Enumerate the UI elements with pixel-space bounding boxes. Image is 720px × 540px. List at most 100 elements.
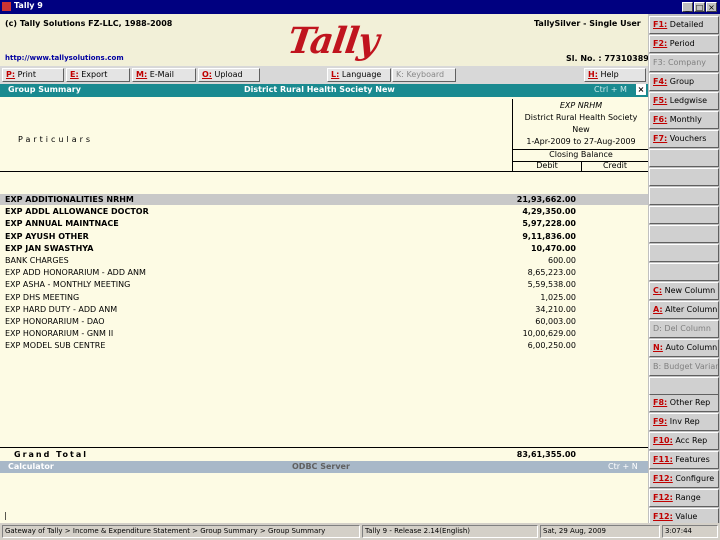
current-date: Sat, 29 Aug, 2009: [540, 525, 660, 538]
side-button-monthly[interactable]: F6: Monthly: [649, 111, 719, 129]
ledger-name: BANK CHARGES: [5, 256, 69, 265]
side-button-ledgwise[interactable]: F5: Ledgwise: [649, 92, 719, 110]
tally-logo: Tally: [285, 20, 381, 62]
side-button-empty: [649, 225, 719, 243]
table-row[interactable]: EXP HARD DUTY - ADD ANM 34,210.00: [0, 304, 648, 315]
close-report-icon[interactable]: ×: [636, 84, 646, 95]
keyboard-button[interactable]: K: Keyboard: [392, 68, 456, 82]
debit-amount: 21,93,662.00: [516, 195, 576, 204]
table-row[interactable]: EXP HONORARIUM - GNM II 10,00,629.00: [0, 328, 648, 339]
col-period: 1-Apr-2009 to 27-Aug-2009: [526, 137, 636, 146]
language-button[interactable]: L: Language: [327, 68, 391, 82]
email-button[interactable]: M: E-Mail: [132, 68, 196, 82]
debit-amount: 8,65,223.00: [527, 268, 576, 278]
particulars-label: Particulars: [18, 135, 94, 144]
debit-amount: 10,470.00: [530, 243, 576, 253]
calculator-label: Calculator: [8, 462, 54, 471]
help-button[interactable]: H: Help: [584, 68, 646, 82]
side-button-alter-column[interactable]: A: Alter Column: [649, 301, 719, 319]
status-bar: Gateway of Tally > Income & Expenditure …: [0, 523, 720, 540]
side-button-empty: [649, 244, 719, 262]
button-bar: F1: Detailed F2: Period F3: Company F4: Gro…: [648, 14, 720, 526]
top-menu-bar: P: Print E: Export M: E-Mail O: Upload L…: [0, 66, 648, 84]
app-icon: [2, 2, 11, 11]
debit-amount: 600.00: [548, 256, 576, 265]
table-row[interactable]: EXP ASHA - MONTHLY MEETING 5,59,538.00: [0, 279, 648, 290]
ledger-name: EXP ADD HONORARIUM - ADD ANM: [5, 268, 146, 278]
debit-amount: 6,00,250.00: [527, 341, 576, 351]
side-button-vouchers[interactable]: F7: Vouchers: [649, 130, 719, 148]
column-header: EXP NRHM District Rural Health Society N…: [512, 99, 649, 171]
side-button-del-column[interactable]: D: Del Column: [649, 320, 719, 338]
debit-amount: 4,29,350.00: [522, 207, 576, 217]
window-title: Tally 9: [14, 1, 43, 10]
ledger-name: EXP ANNUAL MAINTNACE: [5, 219, 119, 229]
side-button-features[interactable]: F11: Features: [649, 451, 719, 469]
report-body: Particulars EXP NRHM District Rural Heal…: [0, 97, 649, 447]
navigation-path: Gateway of Tally > Income & Expenditure …: [2, 525, 360, 538]
side-button-period[interactable]: F2: Period: [649, 35, 719, 53]
ledger-name: EXP JAN SWASTHYA: [5, 243, 94, 253]
table-row[interactable]: BANK CHARGES 600.00: [0, 255, 648, 266]
table-row[interactable]: EXP ADDL ALLOWANCE DOCTOR 4,29,350.00: [0, 206, 648, 217]
side-button-detailed[interactable]: F1: Detailed: [649, 16, 719, 34]
col-group: EXP NRHM: [559, 101, 603, 110]
release-info: Tally 9 - Release 2.14(English): [362, 525, 538, 538]
side-button-range[interactable]: F12: Range: [649, 489, 719, 507]
side-button-empty: [649, 149, 719, 167]
ledger-name: EXP ASHA - MONTHLY MEETING: [5, 280, 131, 290]
debit-amount: 1,025.00: [540, 292, 576, 302]
ledger-name: EXP MODEL SUB CENTRE: [5, 341, 106, 351]
table-row[interactable]: EXP ADDITIONALITIES NRHM 21,93,662.00: [0, 194, 648, 205]
ledger-name: EXP ADDL ALLOWANCE DOCTOR: [5, 207, 149, 217]
table-row[interactable]: EXP AYUSH OTHER 9,11,836.00: [0, 231, 648, 242]
odbc-label: ODBC Server: [292, 462, 350, 471]
col-company-1: District Rural Health Society: [524, 113, 638, 122]
table-row[interactable]: EXP MODEL SUB CENTRE 6,00,250.00: [0, 340, 648, 351]
website-link[interactable]: http://www.tallysolutions.com: [5, 54, 124, 62]
ledger-name: EXP ADDITIONALITIES NRHM: [5, 195, 134, 204]
copyright-text: (c) Tally Solutions FZ-LLC, 1988-2008: [5, 19, 173, 28]
export-button[interactable]: E: Export: [66, 68, 130, 82]
side-button-inv-rep[interactable]: F9: Inv Rep: [649, 413, 719, 431]
window-titlebar: Tally 9 _ □ ×: [0, 0, 720, 14]
ledger-name: EXP HONORARIUM - GNM II: [5, 329, 114, 339]
calculator-input[interactable]: |: [0, 473, 648, 523]
table-row[interactable]: EXP HONORARIUM - DAO 60,003.00: [0, 316, 648, 327]
current-time: 3:07:44: [662, 525, 718, 538]
ledger-name: EXP DHS MEETING: [5, 292, 80, 302]
side-button-acc-rep[interactable]: F10: Acc Rep: [649, 432, 719, 450]
side-button-empty: [649, 377, 719, 395]
table-row[interactable]: EXP ADD HONORARIUM - ADD ANM 8,65,223.00: [0, 267, 648, 278]
table-row[interactable]: EXP DHS MEETING 1,025.00: [0, 292, 648, 303]
print-button[interactable]: P: Print: [2, 68, 64, 82]
maximize-button[interactable]: □: [694, 2, 705, 12]
side-button-budget-variance[interactable]: B: Budget Variance: [649, 358, 719, 376]
col-credit: Credit: [602, 161, 628, 170]
ledger-name: EXP HARD DUTY - ADD ANM: [5, 304, 118, 314]
table-row[interactable]: EXP JAN SWASTHYA 10,470.00: [0, 243, 648, 254]
side-button-empty: [649, 263, 719, 281]
side-button-configure[interactable]: F12: Configure: [649, 470, 719, 488]
side-button-new-column[interactable]: C: New Column: [649, 282, 719, 300]
calculator-bar: Calculator ODBC Server Ctr + N: [0, 461, 648, 473]
side-button-empty: [649, 206, 719, 224]
upload-button[interactable]: O: Upload: [198, 68, 260, 82]
side-button-other-rep[interactable]: F8: Other Rep: [649, 394, 719, 412]
debit-amount: 5,97,228.00: [522, 219, 576, 229]
side-button-auto-column[interactable]: N: Auto Column: [649, 339, 719, 357]
serial-number: Sl. No. : 773103897: [566, 54, 655, 63]
debit-amount: 60,003.00: [535, 317, 576, 326]
ledger-name: EXP AYUSH OTHER: [5, 231, 89, 241]
minimize-button[interactable]: _: [682, 2, 693, 12]
cursor-icon: |: [4, 511, 7, 520]
close-button[interactable]: ×: [706, 2, 717, 12]
table-row[interactable]: EXP ANNUAL MAINTNACE 5,97,228.00: [0, 218, 648, 229]
debit-amount: 10,00,629.00: [522, 329, 576, 339]
side-button-company[interactable]: F3: Company: [649, 54, 719, 72]
grand-total-row: Grand Total 83,61,355.00: [0, 447, 648, 461]
product-edition: TallySilver - Single User: [534, 19, 641, 28]
side-button-empty: [649, 187, 719, 205]
report-shortcut: Ctrl + M: [594, 85, 627, 94]
side-button-group[interactable]: F4: Group: [649, 73, 719, 91]
